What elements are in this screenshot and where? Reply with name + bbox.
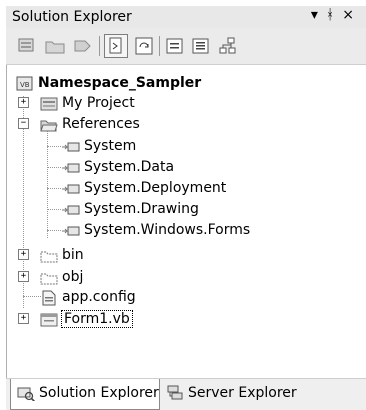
pin-icon[interactable]: ᚼ xyxy=(326,7,342,23)
refresh-icon xyxy=(74,40,91,52)
collapse-toggle[interactable]: − xyxy=(18,118,29,129)
list-icon xyxy=(192,38,209,54)
class-diagram-button-a[interactable] xyxy=(164,35,186,57)
solution-explorer-window: Solution Explorer ▾ᚼ× VB Namespace_Sampl… xyxy=(0,0,366,410)
expand-toggle[interactable]: + xyxy=(18,249,29,260)
tree-item-label: System.Data xyxy=(84,159,175,175)
dropdown-arrow-icon[interactable]: ▾ xyxy=(311,7,326,23)
tab-solution-explorer[interactable]: Solution Explorer xyxy=(10,379,160,410)
window-controls: ▾ᚼ× xyxy=(311,7,362,23)
tree-item-label: Form1.vb xyxy=(61,310,133,328)
reference-icon xyxy=(62,205,80,215)
reference-icon xyxy=(62,226,80,236)
expand-toggle[interactable]: + xyxy=(18,313,29,324)
folder-icon xyxy=(40,273,58,285)
tree-item-label: System.Drawing xyxy=(84,201,199,217)
reference-icon xyxy=(62,142,80,152)
title-bar: Solution Explorer ▾ᚼ× xyxy=(6,6,366,29)
properties-button[interactable] xyxy=(16,35,38,57)
tree-item-label: References xyxy=(62,116,140,132)
tree-connector xyxy=(23,296,41,297)
open-folder-icon xyxy=(40,120,58,132)
view-code-button[interactable] xyxy=(104,34,128,58)
expand-toggle[interactable]: + xyxy=(18,271,29,282)
tree-item-label: My Project xyxy=(62,95,135,111)
tree-item-label: System.Deployment xyxy=(84,180,227,196)
svg-text:VB: VB xyxy=(20,81,30,89)
tab-label: Solution Explorer xyxy=(39,385,159,401)
tree-connector xyxy=(47,167,61,168)
reference-icon xyxy=(62,184,80,194)
tree-item-label: System xyxy=(84,138,137,154)
show-all-files-button[interactable] xyxy=(44,35,66,57)
solution-icon: VB xyxy=(16,76,33,91)
properties-icon xyxy=(18,38,34,52)
code-icon xyxy=(109,37,122,54)
toolbar xyxy=(6,28,366,65)
tree-item-label: app.config xyxy=(62,289,136,305)
toolbar-separator xyxy=(99,36,100,56)
designer-icon xyxy=(135,37,153,55)
folder-icon xyxy=(45,41,65,54)
server-explorer-icon xyxy=(167,385,183,400)
view-list-button[interactable] xyxy=(190,35,212,57)
tree-item-label: bin xyxy=(62,247,84,263)
close-icon[interactable]: × xyxy=(342,7,362,23)
solution-explorer-icon xyxy=(17,387,35,401)
tree-connector xyxy=(47,230,61,231)
tree-item-label: obj xyxy=(62,269,84,285)
solution-label: Namespace_Sampler xyxy=(38,75,202,91)
tab-server-explorer[interactable]: Server Explorer xyxy=(160,379,310,409)
expand-toggle[interactable]: + xyxy=(18,97,29,108)
tree-connector xyxy=(47,188,61,189)
class-diagram-button[interactable] xyxy=(217,35,239,57)
toolbar-separator xyxy=(159,36,160,56)
class-diagram-icon xyxy=(219,37,236,54)
view-designer-button[interactable] xyxy=(133,35,155,57)
reference-icon xyxy=(62,163,80,173)
folder-icon xyxy=(40,251,58,263)
form-icon xyxy=(40,313,58,327)
refresh-button[interactable] xyxy=(72,35,94,57)
config-file-icon xyxy=(42,290,56,306)
window-title: Solution Explorer xyxy=(12,9,132,25)
tab-strip: Solution Explorer Server Explorer xyxy=(6,378,366,410)
tree-item-label: System.Windows.Forms xyxy=(84,222,251,238)
tab-label: Server Explorer xyxy=(188,385,297,401)
my-project-icon xyxy=(40,97,58,111)
tree-connector xyxy=(47,209,61,210)
tree-connector xyxy=(47,146,61,147)
code-view-icon xyxy=(166,38,183,54)
solution-tree: VB Namespace_Sampler + My Project − Refe… xyxy=(6,64,366,374)
